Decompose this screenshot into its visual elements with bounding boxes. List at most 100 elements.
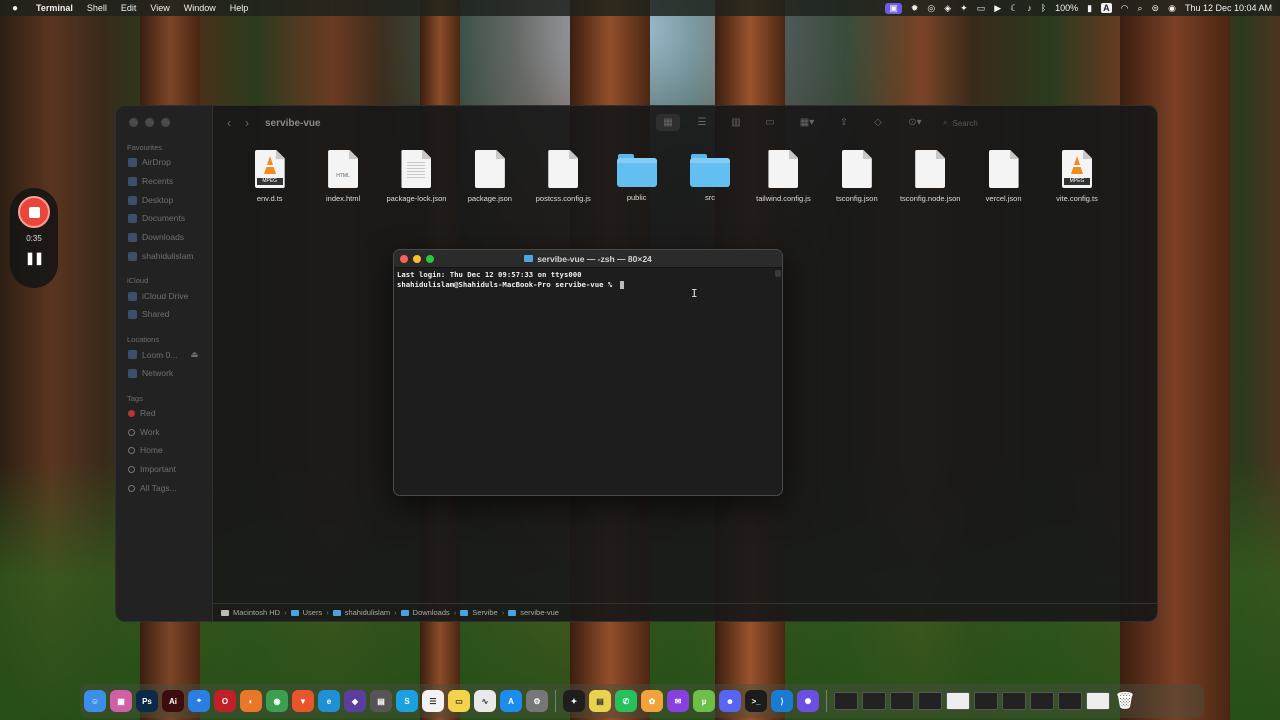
dock-minimized-window[interactable] — [1058, 692, 1082, 710]
path-segment[interactable]: shahidulislam — [345, 608, 390, 617]
dock-app-vscode-icon[interactable]: ⟩ — [771, 690, 793, 712]
volume-icon[interactable]: ♪ — [1027, 3, 1032, 13]
close-button[interactable] — [129, 118, 138, 127]
path-segment[interactable]: Servibe — [472, 608, 497, 617]
sidebar-item-recents[interactable]: Recents — [128, 176, 173, 186]
sidebar-item-icloud-drive[interactable]: iCloud Drive — [128, 291, 188, 301]
file-item[interactable]: package-lock.json — [380, 150, 453, 204]
dock-app-edge-icon[interactable]: e — [318, 690, 340, 712]
more-actions-button[interactable]: ⊙▾ — [900, 114, 930, 131]
icon-view-button[interactable]: ▦ — [656, 114, 680, 131]
file-item[interactable]: package.json — [453, 150, 526, 204]
folder-item[interactable]: public — [600, 150, 673, 204]
list-view-button[interactable]: ☰ — [690, 114, 714, 131]
dock-app-loom-icon[interactable]: ✺ — [797, 690, 819, 712]
display-icon[interactable]: ▭ — [977, 3, 986, 14]
file-item[interactable]: tsconfig.node.json — [894, 150, 967, 204]
bluetooth-icon[interactable]: ᛒ — [1041, 3, 1046, 13]
wifi-icon[interactable]: ◠ — [1121, 3, 1129, 14]
dock-app-safari-icon[interactable]: ⌖ — [188, 690, 210, 712]
dock-app-notes-icon[interactable]: ▭ — [448, 690, 470, 712]
screen-recording-icon[interactable]: ▣ — [885, 2, 902, 14]
dock-app-opera-icon[interactable]: O — [214, 690, 236, 712]
file-item[interactable]: MPEG env.d.ts — [233, 150, 306, 204]
menu-app-name[interactable]: Terminal — [36, 3, 73, 13]
vpn-icon[interactable]: ◈ — [944, 3, 951, 14]
terminal-output[interactable]: Last login: Thu Dec 12 09:57:33 on ttys0… — [394, 268, 782, 291]
dock-app-skype-icon[interactable]: S — [396, 690, 418, 712]
file-item[interactable]: tailwind.config.js — [747, 150, 820, 204]
dock-minimized-window[interactable] — [974, 692, 998, 710]
dock-app-calculator-icon[interactable]: ▤ — [370, 690, 392, 712]
file-item[interactable]: MPEG vite.config.ts — [1040, 150, 1113, 204]
column-view-button[interactable]: ▥ — [724, 114, 748, 131]
group-button[interactable]: ▦▾ — [792, 114, 822, 131]
siri-icon[interactable]: ◉ — [1168, 3, 1176, 14]
figma-status-icon[interactable]: ✦ — [960, 3, 968, 14]
sidebar-tag-work[interactable]: Work — [128, 427, 160, 437]
terminal-window[interactable]: servibe-vue — -zsh — 80×24 Last login: T… — [393, 249, 783, 496]
moon-icon[interactable]: ☾ — [1010, 3, 1018, 14]
sidebar-item-network[interactable]: Network — [128, 368, 173, 378]
dock-app-utorrent-icon[interactable]: µ — [693, 690, 715, 712]
file-item[interactable]: postcss.config.js — [527, 150, 600, 204]
battery-icon[interactable]: ▮ — [1087, 3, 1092, 14]
dock-minimized-window[interactable] — [1030, 692, 1054, 710]
dock-app-terminal-icon[interactable]: >_ — [745, 690, 767, 712]
dock-app-reminders-icon[interactable]: ☰ — [422, 690, 444, 712]
file-item[interactable]: vercel.json — [967, 150, 1040, 204]
eject-icon[interactable]: ⏏ — [190, 349, 198, 360]
file-item[interactable]: tsconfig.json — [820, 150, 893, 204]
gallery-view-button[interactable]: ▭ — [758, 114, 782, 131]
dock-minimized-window[interactable] — [1002, 692, 1026, 710]
sidebar-tag-red[interactable]: Red — [128, 408, 156, 418]
dock-minimized-window[interactable] — [834, 692, 858, 710]
dock-app-brave-icon[interactable]: ▼ — [292, 690, 314, 712]
dock-app-photoshop-icon[interactable]: Ps — [136, 690, 158, 712]
tag-icon[interactable]: ◇ — [866, 114, 890, 131]
sidebar-item-desktop[interactable]: Desktop — [128, 195, 173, 205]
path-segment[interactable]: Users — [303, 608, 323, 617]
clock[interactable]: Thu 12 Dec 10:04 AM — [1185, 3, 1272, 13]
sidebar-item-downloads[interactable]: Downloads — [128, 232, 184, 242]
dock-app-system-settings-icon[interactable]: ⚙ — [526, 690, 548, 712]
dock-app-messenger-icon[interactable]: ✉ — [667, 690, 689, 712]
sidebar-item-documents[interactable]: Documents — [128, 213, 185, 223]
dock-minimized-window[interactable] — [1086, 692, 1110, 710]
menu-edit[interactable]: Edit — [121, 3, 137, 13]
path-segment[interactable]: servibe-vue — [520, 608, 559, 617]
dock-app-whatsapp-icon[interactable]: ✆ — [615, 690, 637, 712]
dock-minimized-window[interactable] — [918, 692, 942, 710]
stop-recording-button[interactable] — [18, 196, 50, 228]
apple-menu-icon[interactable]: ● — [12, 3, 26, 14]
sidebar-item-airdrop[interactable]: AirDrop — [128, 157, 171, 167]
close-button[interactable] — [400, 255, 408, 263]
zoom-button[interactable] — [426, 255, 434, 263]
dock-app-photos-icon[interactable]: ✿ — [641, 690, 663, 712]
dock-app-finder-icon[interactable]: ☺ — [84, 690, 106, 712]
dock-app-freeform-icon[interactable]: ∿ — [474, 690, 496, 712]
dock-app-chrome-icon[interactable]: ◉ — [266, 690, 288, 712]
forward-button[interactable]: › — [245, 116, 249, 130]
pause-recording-button[interactable]: ❚❚ — [25, 251, 44, 265]
gear-icon[interactable]: ✹ — [911, 3, 919, 14]
dock-app-launchpad-icon[interactable]: ▦ — [110, 690, 132, 712]
minimize-button[interactable] — [413, 255, 421, 263]
terminal-titlebar[interactable]: servibe-vue — -zsh — 80×24 — [394, 250, 782, 268]
dock-app-firefox-icon[interactable]: ◐ — [240, 690, 262, 712]
trash-icon[interactable]: 🗑 — [1114, 690, 1136, 712]
sidebar-item-loom[interactable]: Loom 0... ⏏ — [128, 349, 198, 360]
folder-item[interactable]: src — [673, 150, 746, 204]
sync-icon[interactable]: ◎ — [927, 3, 935, 14]
dock-app-discord-icon[interactable]: ☻ — [719, 690, 741, 712]
menu-help[interactable]: Help — [230, 3, 249, 13]
dock-app-app-store-icon[interactable]: A — [500, 690, 522, 712]
search-field[interactable]: ⌕ Search — [935, 114, 1135, 132]
path-segment[interactable]: Downloads — [413, 608, 450, 617]
dock-app-stickies-icon[interactable]: ▤ — [589, 690, 611, 712]
file-item[interactable]: HTML index.html — [306, 150, 379, 204]
sidebar-item-home[interactable]: shahidulislam — [128, 251, 194, 261]
back-button[interactable]: ‹ — [227, 116, 231, 130]
dock-minimized-window[interactable] — [946, 692, 970, 710]
dock-app-figma-icon[interactable]: ✦ — [563, 690, 585, 712]
